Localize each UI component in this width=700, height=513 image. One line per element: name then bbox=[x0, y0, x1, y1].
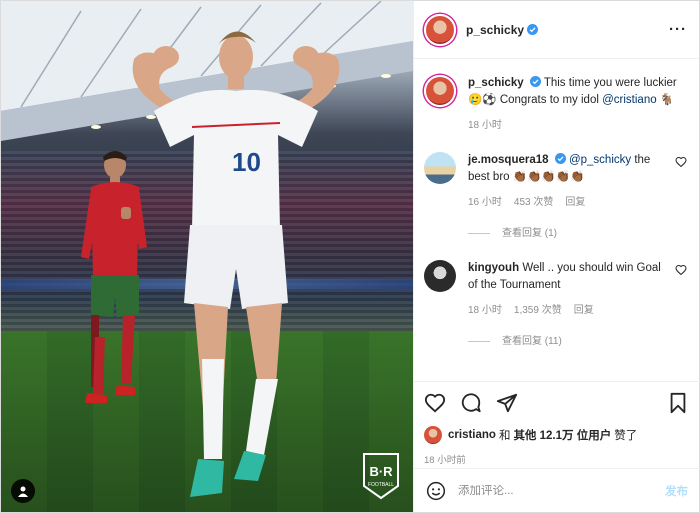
instagram-post: 10 B·R FOOTBALL p_schicky ··· p_schicky … bbox=[0, 0, 700, 513]
likes-count-link[interactable]: 其他 12.1万 位用户 bbox=[513, 427, 611, 443]
heart-icon[interactable] bbox=[424, 392, 446, 414]
post-actions: cristiano 和 其他 12.1万 位用户 赞了 18 小时前 bbox=[414, 381, 700, 466]
view-replies-button[interactable]: 查看回复 (1) bbox=[468, 225, 669, 242]
comment-likes[interactable]: 1,359 次赞 bbox=[514, 302, 562, 319]
verified-icon bbox=[554, 153, 566, 164]
commenter-username[interactable]: kingyouh bbox=[468, 262, 519, 274]
heart-icon[interactable] bbox=[675, 264, 687, 276]
likes-summary: cristiano 和 其他 12.1万 位用户 赞了 bbox=[424, 426, 688, 444]
heart-icon[interactable] bbox=[675, 156, 687, 168]
comment-row: kingyouh Well .. you should win Goal of … bbox=[424, 260, 687, 350]
add-comment-bar: 发布 bbox=[414, 468, 700, 512]
comment-time[interactable]: 18 小时 bbox=[468, 302, 502, 319]
author-username[interactable]: p_schicky bbox=[466, 23, 524, 37]
replies-divider bbox=[468, 233, 490, 234]
view-replies-button[interactable]: 查看回复 (11) bbox=[468, 333, 669, 350]
liker-avatar[interactable] bbox=[424, 426, 442, 444]
comment-input[interactable] bbox=[458, 484, 665, 497]
post-side-panel: p_schicky ··· p_schicky This time you we… bbox=[413, 1, 700, 512]
caption-emoji: 🐐 bbox=[659, 94, 675, 106]
post-comment-button[interactable]: 发布 bbox=[665, 483, 688, 499]
svg-text:B·R: B·R bbox=[369, 464, 393, 479]
comments-list: p_schicky This time you were luckier 🥲⚽️… bbox=[414, 59, 699, 381]
post-header: p_schicky ··· bbox=[414, 1, 699, 59]
reply-button[interactable]: 回复 bbox=[565, 194, 585, 211]
comment-icon[interactable] bbox=[460, 392, 482, 414]
user-tag-icon bbox=[18, 486, 28, 497]
caption-mention-link[interactable]: @cristiano bbox=[602, 94, 657, 106]
verified-icon bbox=[527, 24, 539, 35]
more-options-icon[interactable]: ··· bbox=[669, 21, 687, 38]
caption-time[interactable]: 18 小时 bbox=[468, 117, 502, 134]
caption-author-avatar[interactable] bbox=[424, 75, 456, 107]
comment-row: je.mosquera18 @p_schicky the best bro 👏🏾… bbox=[424, 152, 687, 242]
author-avatar[interactable] bbox=[424, 13, 456, 46]
bookmark-icon[interactable] bbox=[668, 392, 688, 414]
likes-conjunction: 和 bbox=[498, 430, 511, 442]
tagged-users-button[interactable] bbox=[11, 479, 35, 503]
commenter-username[interactable]: je.mosquera18 bbox=[468, 154, 549, 166]
commenter-avatar[interactable] bbox=[424, 152, 456, 184]
liker-username[interactable]: cristiano bbox=[448, 429, 496, 441]
comment-time[interactable]: 16 小时 bbox=[468, 194, 502, 211]
caption-username[interactable]: p_schicky bbox=[468, 77, 524, 89]
main-player-figure: 10 bbox=[132, 31, 340, 497]
view-replies-label: 查看回复 (1) bbox=[502, 228, 557, 239]
comment-likes[interactable]: 453 次赞 bbox=[514, 194, 553, 211]
view-replies-label: 查看回复 (11) bbox=[502, 336, 562, 347]
replies-divider bbox=[468, 341, 490, 342]
commenter-avatar[interactable] bbox=[424, 260, 456, 292]
comment-mention-link[interactable]: @p_schicky bbox=[569, 154, 631, 166]
post-timestamp[interactable]: 18 小时前 bbox=[424, 452, 688, 466]
bleacher-report-logo: B·R FOOTBALL bbox=[363, 453, 399, 500]
likes-suffix: 赞了 bbox=[614, 430, 638, 442]
share-icon[interactable] bbox=[496, 392, 518, 414]
jersey-number: 10 bbox=[232, 147, 261, 177]
verified-icon bbox=[529, 76, 541, 87]
emoji-icon[interactable] bbox=[426, 481, 446, 501]
svg-text:FOOTBALL: FOOTBALL bbox=[368, 482, 394, 488]
caption-row: p_schicky This time you were luckier 🥲⚽️… bbox=[424, 75, 687, 134]
post-photo[interactable]: 10 B·R FOOTBALL bbox=[1, 1, 413, 512]
reply-button[interactable]: 回复 bbox=[574, 302, 594, 319]
